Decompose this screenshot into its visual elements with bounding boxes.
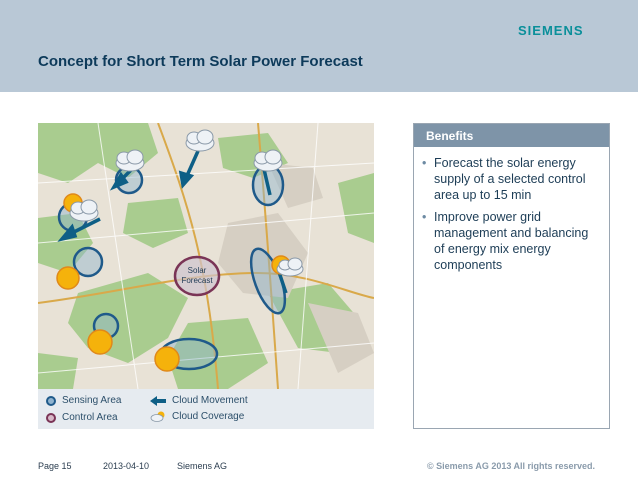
slide-title: Concept for Short Term Solar Power Forec…	[38, 53, 363, 70]
forecast-map: Solar Forecast	[38, 123, 374, 389]
cloud-icon	[115, 149, 145, 172]
legend-control-area: Control Area	[46, 412, 118, 423]
legend-cloud-movement: Cloud Movement	[150, 395, 248, 406]
solar-forecast-label-1: Solar	[188, 266, 207, 275]
benefits-box: Benefits Forecast the solar energy suppl…	[413, 123, 610, 429]
sun-icon	[154, 346, 180, 372]
sensing-area	[72, 246, 104, 278]
legend-sensing-area: Sensing Area	[46, 395, 122, 406]
legend-sensing-label: Sensing Area	[62, 395, 122, 406]
map-legend: Sensing Area Control Area Cloud Movement…	[38, 389, 374, 429]
benefit-item: Improve power grid management and balanc…	[422, 209, 601, 273]
sensing-area-icon	[46, 395, 56, 406]
map-graphic: Solar Forecast	[38, 123, 374, 389]
siemens-logo: SIEMENS	[518, 23, 584, 38]
footer-page: Page 15	[38, 461, 72, 471]
legend-cloud-coverage-label: Cloud Coverage	[172, 411, 245, 422]
sun-icon	[56, 266, 80, 290]
solar-forecast-label-2: Forecast	[181, 276, 213, 285]
cloud-sun-icon	[150, 411, 165, 422]
cloud-icon	[185, 129, 215, 152]
cloud-icon	[69, 199, 99, 222]
footer-date: 2013-04-10	[103, 461, 150, 471]
header-bar: SIEMENS Concept for Short Term Solar Pow…	[0, 0, 638, 92]
sun-icon	[87, 329, 113, 355]
arrow-left-icon	[150, 395, 166, 406]
benefits-heading: Benefits	[414, 124, 609, 147]
legend-cloud-coverage: Cloud Coverage	[150, 411, 244, 422]
legend-control-label: Control Area	[62, 412, 118, 423]
benefits-list: Forecast the solar energy supply of a se…	[414, 147, 609, 273]
benefit-item: Forecast the solar energy supply of a se…	[422, 155, 601, 203]
control-area-icon	[46, 412, 56, 423]
footer-company: Siemens AG	[177, 461, 228, 471]
cloud-icon	[253, 149, 283, 172]
legend-cloud-movement-label: Cloud Movement	[172, 395, 248, 406]
footer-copyright: © Siemens AG 2013 All rights reserved.	[427, 461, 596, 471]
